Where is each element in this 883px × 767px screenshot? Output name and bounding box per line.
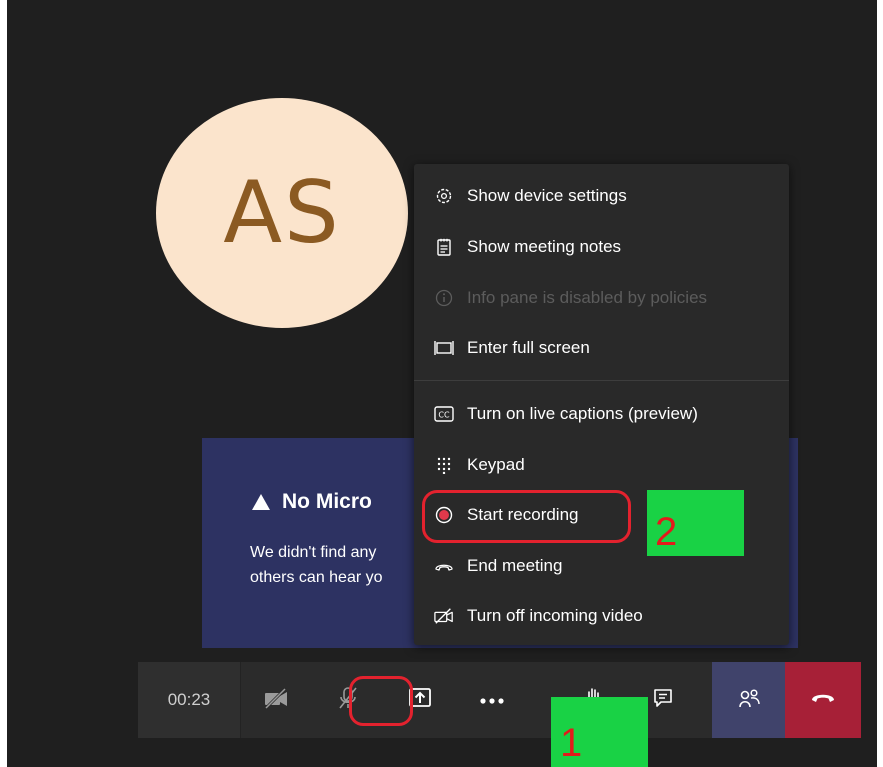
participants-button[interactable] (712, 662, 785, 738)
more-actions-button[interactable] (456, 662, 528, 738)
call-timer: 00:23 (138, 662, 241, 738)
svg-text:CC: CC (438, 411, 450, 420)
step-2-label: 2 (655, 510, 678, 554)
camera-button[interactable] (240, 662, 312, 738)
call-timer-text: 00:23 (167, 690, 211, 709)
menu-item-label: Turn off incoming video (467, 606, 643, 625)
step-1-label: 1 (560, 721, 583, 765)
end-call-icon (434, 556, 454, 576)
keypad-icon (434, 455, 454, 475)
avatar-initials: AS (223, 163, 341, 263)
menu-item-meeting-notes[interactable]: Show meeting notes (434, 232, 621, 262)
menu-item-live-captions[interactable]: CC Turn on live captions (preview) (434, 399, 698, 429)
menu-item-info-pane: Info pane is disabled by policies (434, 283, 707, 313)
step-1-callout: 1 (551, 697, 648, 767)
call-toolbar: 00:23 (138, 662, 861, 738)
warning-icon (252, 494, 270, 510)
video-off-icon (434, 606, 454, 626)
avatar: AS (156, 98, 408, 328)
recording-highlight (422, 490, 631, 543)
menu-divider (414, 380, 789, 381)
menu-item-end-meeting[interactable]: End meeting (434, 551, 562, 581)
gear-icon (434, 186, 454, 206)
step-2-callout: 2 (647, 490, 744, 556)
menu-item-label: Turn on live captions (preview) (467, 404, 698, 423)
camera-off-icon (263, 687, 289, 714)
menu-item-label: End meeting (467, 556, 563, 575)
hang-up-icon (811, 691, 835, 709)
info-icon (434, 288, 454, 308)
captions-icon: CC (434, 404, 454, 424)
notice-title: No Micro (282, 490, 372, 513)
menu-item-label: Show meeting notes (467, 237, 622, 256)
menu-item-incoming-video[interactable]: Turn off incoming video (434, 601, 643, 631)
participants-icon (738, 688, 760, 713)
menu-item-keypad[interactable]: Keypad (434, 450, 525, 480)
menu-item-label: Enter full screen (467, 338, 590, 357)
menu-item-label: Keypad (467, 455, 525, 474)
notes-icon (434, 237, 454, 257)
menu-item-full-screen[interactable]: Enter full screen (434, 333, 590, 363)
notice-heading: No Micro (252, 490, 372, 514)
notice-body: We didn't find any others can hear yo (250, 544, 383, 586)
menu-item-label: Info pane is disabled by policies (467, 288, 708, 307)
more-button-highlight (349, 676, 413, 726)
meeting-stage: AS No Micro We didn't find any others ca… (7, 0, 877, 767)
more-actions-menu: Show device settings Show meeting notes … (414, 164, 789, 645)
fullscreen-icon (434, 338, 454, 358)
hang-up-button[interactable] (785, 662, 861, 738)
menu-item-label: Show device settings (467, 186, 627, 205)
more-icon (480, 691, 504, 709)
menu-item-device-settings[interactable]: Show device settings (434, 181, 627, 211)
chat-icon (653, 688, 673, 713)
